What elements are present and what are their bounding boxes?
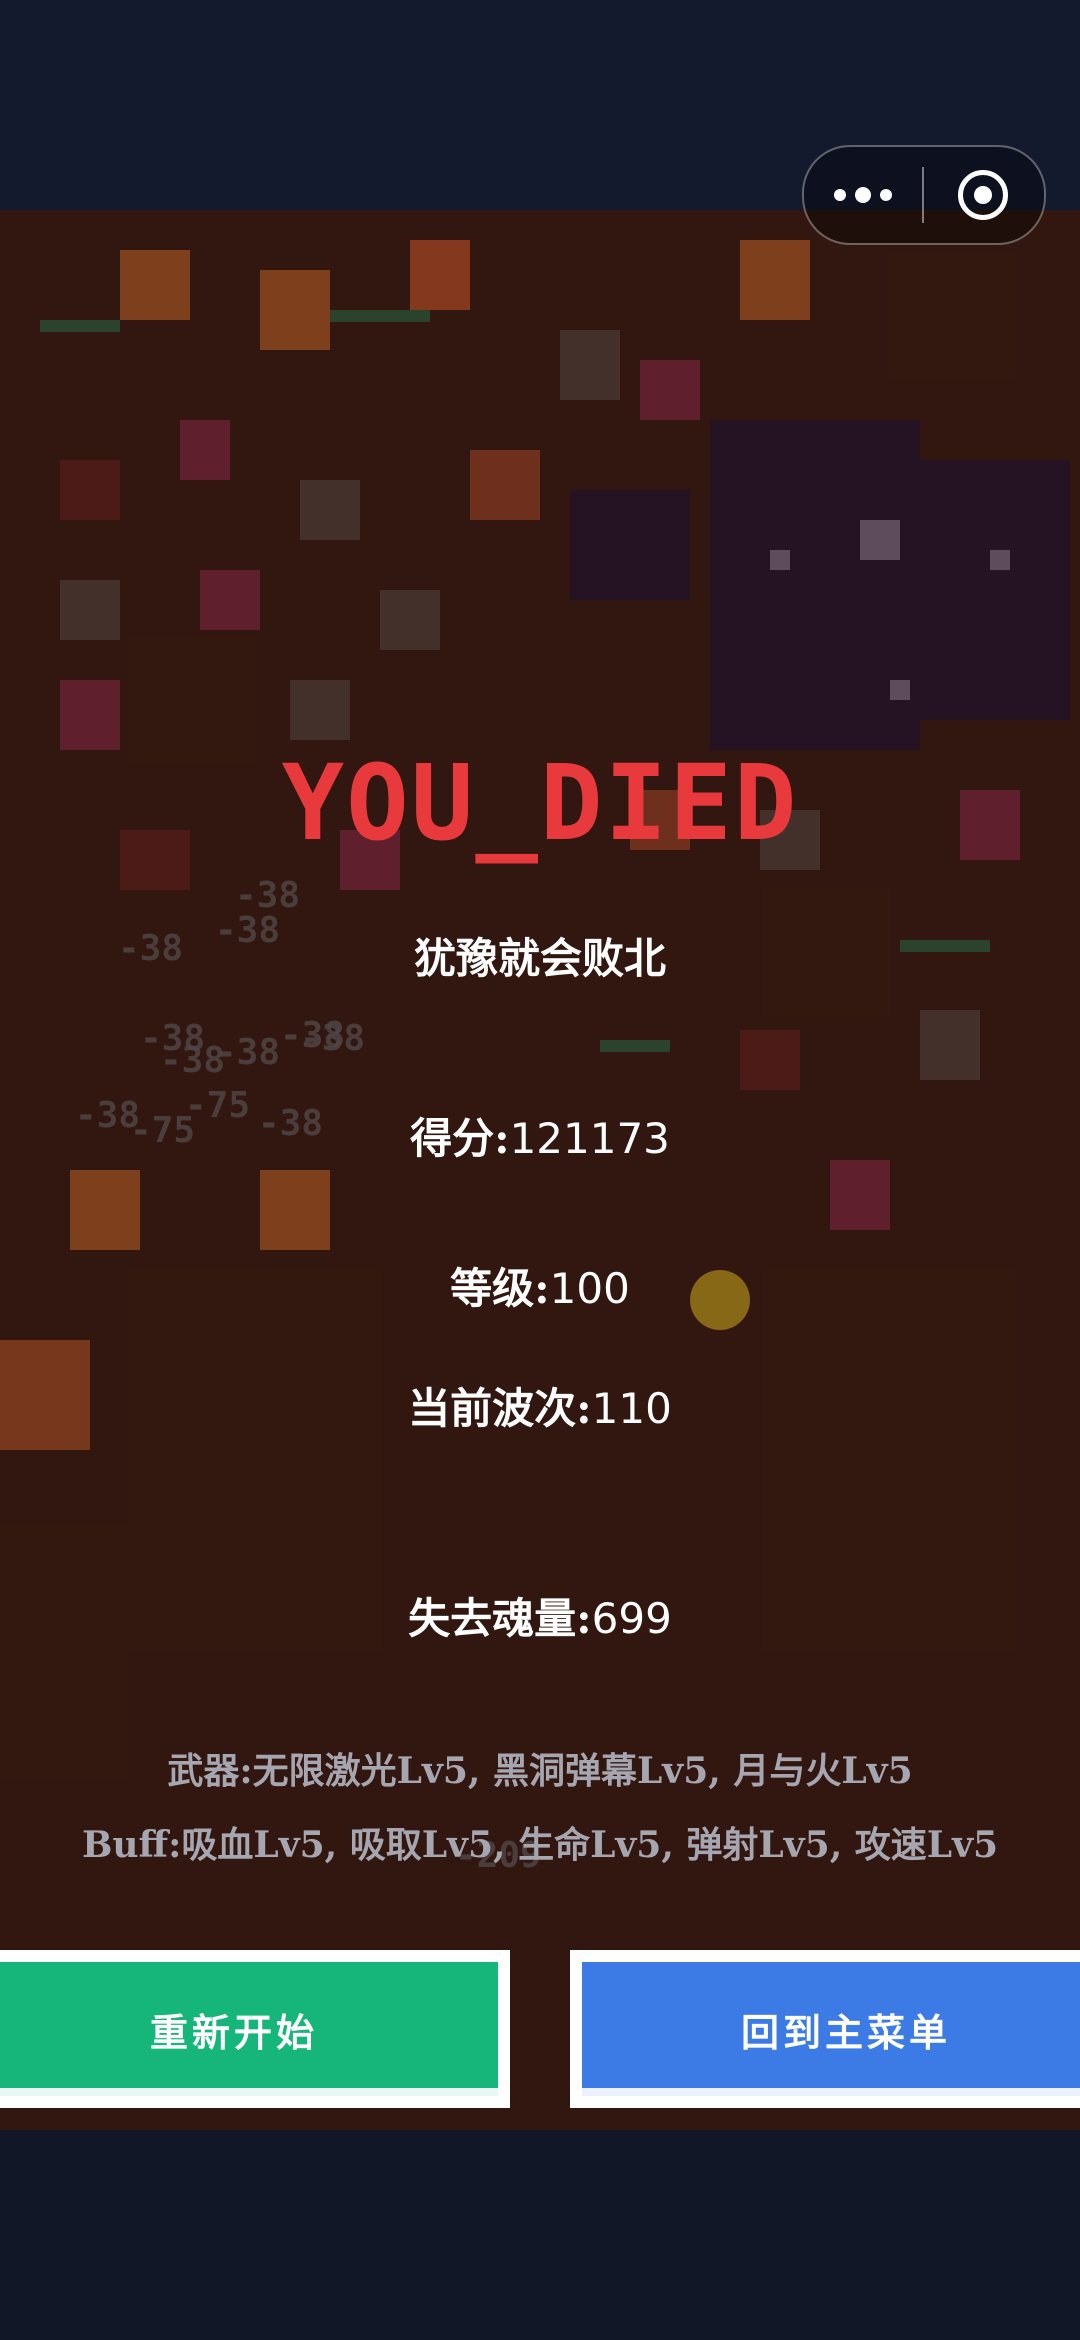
death-motto: 犹豫就会败北 [413,934,666,983]
souls-label: 失去魂量: [408,1594,592,1643]
weapons-summary: 武器:无限激光Lv5, 黑洞弹幕Lv5, 月与火Lv5 [167,1750,913,1792]
target-circle-icon[interactable] [924,170,1042,220]
more-dots-icon[interactable] [804,187,922,203]
score-value: 121173 [509,1114,670,1163]
level-label: 等级: [450,1264,550,1313]
mini-program-capsule [802,145,1046,245]
level-value: 100 [549,1264,630,1313]
score-row: 得分:121173 [0,1105,1080,1166]
bottom-safe-area [0,2130,1080,2340]
wave-value: 110 [591,1384,672,1433]
souls-value: 699 [591,1594,672,1643]
wave-label: 当前波次: [408,1384,592,1433]
level-row: 等级:100 [0,1255,1080,1316]
death-title: YOU_DIED [281,742,799,864]
wave-row: 当前波次:110 [0,1375,1080,1436]
score-label: 得分: [410,1114,510,1163]
restart-button[interactable]: 重新开始 [0,1950,510,2108]
main-menu-button[interactable]: 回到主菜单 [570,1950,1080,2108]
buff-summary: Buff:吸血Lv5, 吸取Lv5, 生命Lv5, 弹射Lv5, 攻速Lv5 [81,1824,999,1866]
souls-row: 失去魂量:699 [0,1585,1080,1646]
